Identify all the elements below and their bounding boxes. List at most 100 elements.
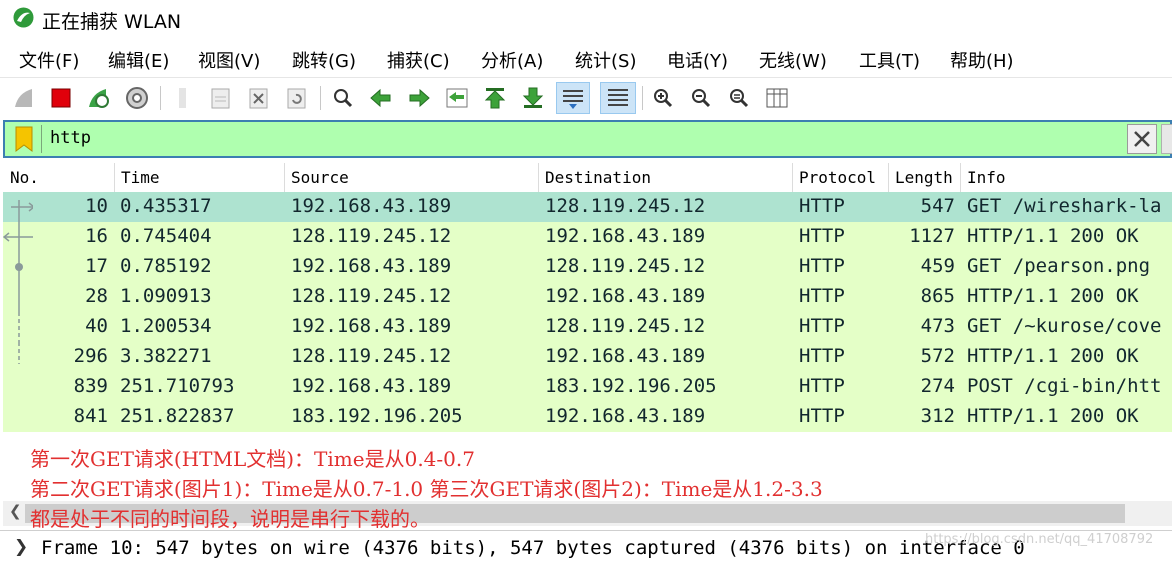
- go-forward-icon[interactable]: [404, 82, 434, 114]
- column-divider[interactable]: [960, 163, 961, 193]
- menu-edit[interactable]: 编辑(E): [108, 47, 169, 73]
- cell-destination: 128.119.245.12: [545, 255, 706, 277]
- related-request-icon: [11, 200, 33, 222]
- save-file-icon[interactable]: [206, 82, 236, 114]
- scroll-left-icon[interactable]: ❮: [9, 502, 22, 520]
- menu-analyze[interactable]: 分析(A): [481, 47, 543, 73]
- go-to-packet-icon[interactable]: [442, 82, 472, 114]
- annotation-line-3: 都是处于不同的时间段，说明是串行下载的。: [30, 507, 430, 531]
- column-header-time[interactable]: Time: [121, 168, 160, 187]
- column-header-info[interactable]: Info: [967, 168, 1006, 187]
- cell-time: 1.090913: [120, 285, 212, 307]
- packet-row[interactable]: 10 0.435317 192.168.43.189 128.119.245.1…: [3, 192, 1172, 222]
- display-filter-input[interactable]: http: [50, 128, 91, 148]
- packet-row[interactable]: 28 1.090913 128.119.245.12 192.168.43.18…: [3, 282, 1172, 312]
- menu-telephony[interactable]: 电话(Y): [667, 47, 728, 73]
- cell-time: 1.200534: [120, 315, 212, 337]
- cell-destination: 128.119.245.12: [545, 315, 706, 337]
- packet-row[interactable]: 17 0.785192 192.168.43.189 128.119.245.1…: [3, 252, 1172, 282]
- normal-size-icon[interactable]: [724, 82, 754, 114]
- close-file-icon[interactable]: [244, 82, 274, 114]
- column-divider[interactable]: [284, 163, 285, 193]
- cell-protocol: HTTP: [799, 195, 845, 217]
- colorize-icon[interactable]: [600, 82, 636, 114]
- resize-columns-icon[interactable]: [762, 82, 792, 114]
- cell-destination: 192.168.43.189: [545, 345, 706, 367]
- go-last-icon[interactable]: [518, 82, 548, 114]
- reload-file-icon[interactable]: [282, 82, 312, 114]
- cell-destination: 192.168.43.189: [545, 285, 706, 307]
- restart-capture-icon[interactable]: [84, 82, 114, 114]
- packet-row[interactable]: 841 251.822837 183.192.196.205 192.168.4…: [3, 402, 1172, 432]
- column-header-length[interactable]: Length: [895, 168, 953, 187]
- column-divider[interactable]: [792, 163, 793, 193]
- zoom-out-icon[interactable]: [686, 82, 716, 114]
- column-header-destination[interactable]: Destination: [545, 168, 651, 187]
- cell-info: HTTP/1.1 200 OK: [967, 345, 1139, 367]
- cell-length: 473: [920, 315, 955, 337]
- cell-protocol: HTTP: [799, 315, 845, 337]
- cell-length: 865: [920, 285, 955, 307]
- watermark-text: https://blog.csdn.net/qq_41708792: [925, 532, 1154, 547]
- menu-tools[interactable]: 工具(T): [859, 47, 920, 73]
- cell-protocol: HTTP: [799, 225, 845, 247]
- bookmark-icon[interactable]: [15, 126, 33, 152]
- menu-wireless[interactable]: 无线(W): [759, 47, 827, 73]
- packet-list-header: No. Time Source Destination Protocol Len…: [3, 163, 1172, 194]
- conversation-line: [18, 312, 20, 342]
- toolbar-separator: [642, 86, 643, 110]
- cell-destination: 183.192.196.205: [545, 375, 717, 397]
- auto-scroll-icon[interactable]: [556, 82, 590, 114]
- column-header-protocol[interactable]: Protocol: [799, 168, 876, 187]
- go-first-icon[interactable]: [480, 82, 510, 114]
- cell-info: GET /~kurose/cove: [967, 315, 1162, 337]
- column-header-source[interactable]: Source: [291, 168, 349, 187]
- column-header-no[interactable]: No.: [10, 168, 39, 187]
- find-packet-icon[interactable]: [328, 82, 358, 114]
- wireshark-app-icon: [13, 7, 34, 28]
- cell-time: 251.710793: [120, 375, 235, 397]
- menu-statistics[interactable]: 统计(S): [575, 47, 636, 73]
- column-divider[interactable]: [114, 163, 115, 193]
- toolbar-separator: [160, 86, 161, 110]
- expand-arrow-icon[interactable]: ❯: [14, 537, 28, 557]
- packet-row[interactable]: 16 0.745404 128.119.245.12 192.168.43.18…: [3, 222, 1172, 252]
- apply-filter-button[interactable]: [1161, 124, 1172, 154]
- packet-row[interactable]: 40 1.200534 192.168.43.189 128.119.245.1…: [3, 312, 1172, 342]
- open-file-icon[interactable]: [168, 82, 198, 114]
- cell-time: 251.822837: [120, 405, 235, 427]
- menu-go[interactable]: 跳转(G): [292, 47, 356, 73]
- frame-summary[interactable]: Frame 10: 547 bytes on wire (4376 bits),…: [41, 537, 1025, 559]
- capture-options-icon[interactable]: [122, 82, 152, 114]
- start-capture-icon[interactable]: [10, 82, 40, 114]
- column-divider[interactable]: [538, 163, 539, 193]
- clear-filter-button[interactable]: [1127, 124, 1157, 154]
- cell-no: 10: [85, 195, 108, 217]
- annotation-line-2: 第二次GET请求(图片1)：Time是从0.7-1.0 第三次GET请求(图片2…: [30, 477, 823, 501]
- menu-help[interactable]: 帮助(H): [950, 47, 1014, 73]
- cell-length: 459: [920, 255, 955, 277]
- menu-capture[interactable]: 捕获(C): [387, 47, 450, 73]
- stop-capture-icon[interactable]: [46, 82, 76, 114]
- packet-row[interactable]: 839 251.710793 192.168.43.189 183.192.19…: [3, 372, 1172, 402]
- cell-source: 183.192.196.205: [291, 405, 463, 427]
- conversation-line: [18, 342, 20, 364]
- cell-info: HTTP/1.1 200 OK: [967, 405, 1139, 427]
- display-filter-bar: http: [3, 120, 1172, 158]
- menu-bar: 文件(F) 编辑(E) 视图(V) 跳转(G) 捕获(C) 分析(A) 统计(S…: [0, 42, 1172, 76]
- cell-info: GET /pearson.png: [967, 255, 1151, 277]
- column-divider[interactable]: [888, 163, 889, 193]
- go-back-icon[interactable]: [366, 82, 396, 114]
- zoom-in-icon[interactable]: [648, 82, 678, 114]
- cell-time: 0.785192: [120, 255, 212, 277]
- menu-file[interactable]: 文件(F): [19, 47, 79, 73]
- cell-protocol: HTTP: [799, 345, 845, 367]
- cell-info: HTTP/1.1 200 OK: [967, 225, 1139, 247]
- window-title: 正在捕获 WLAN: [42, 11, 182, 33]
- cell-no: 839: [73, 375, 108, 397]
- packet-row[interactable]: 296 3.382271 128.119.245.12 192.168.43.1…: [3, 342, 1172, 372]
- cell-destination: 128.119.245.12: [545, 195, 706, 217]
- cell-destination: 192.168.43.189: [545, 225, 706, 247]
- menu-view[interactable]: 视图(V): [198, 47, 260, 73]
- related-packet-icon: [15, 252, 23, 282]
